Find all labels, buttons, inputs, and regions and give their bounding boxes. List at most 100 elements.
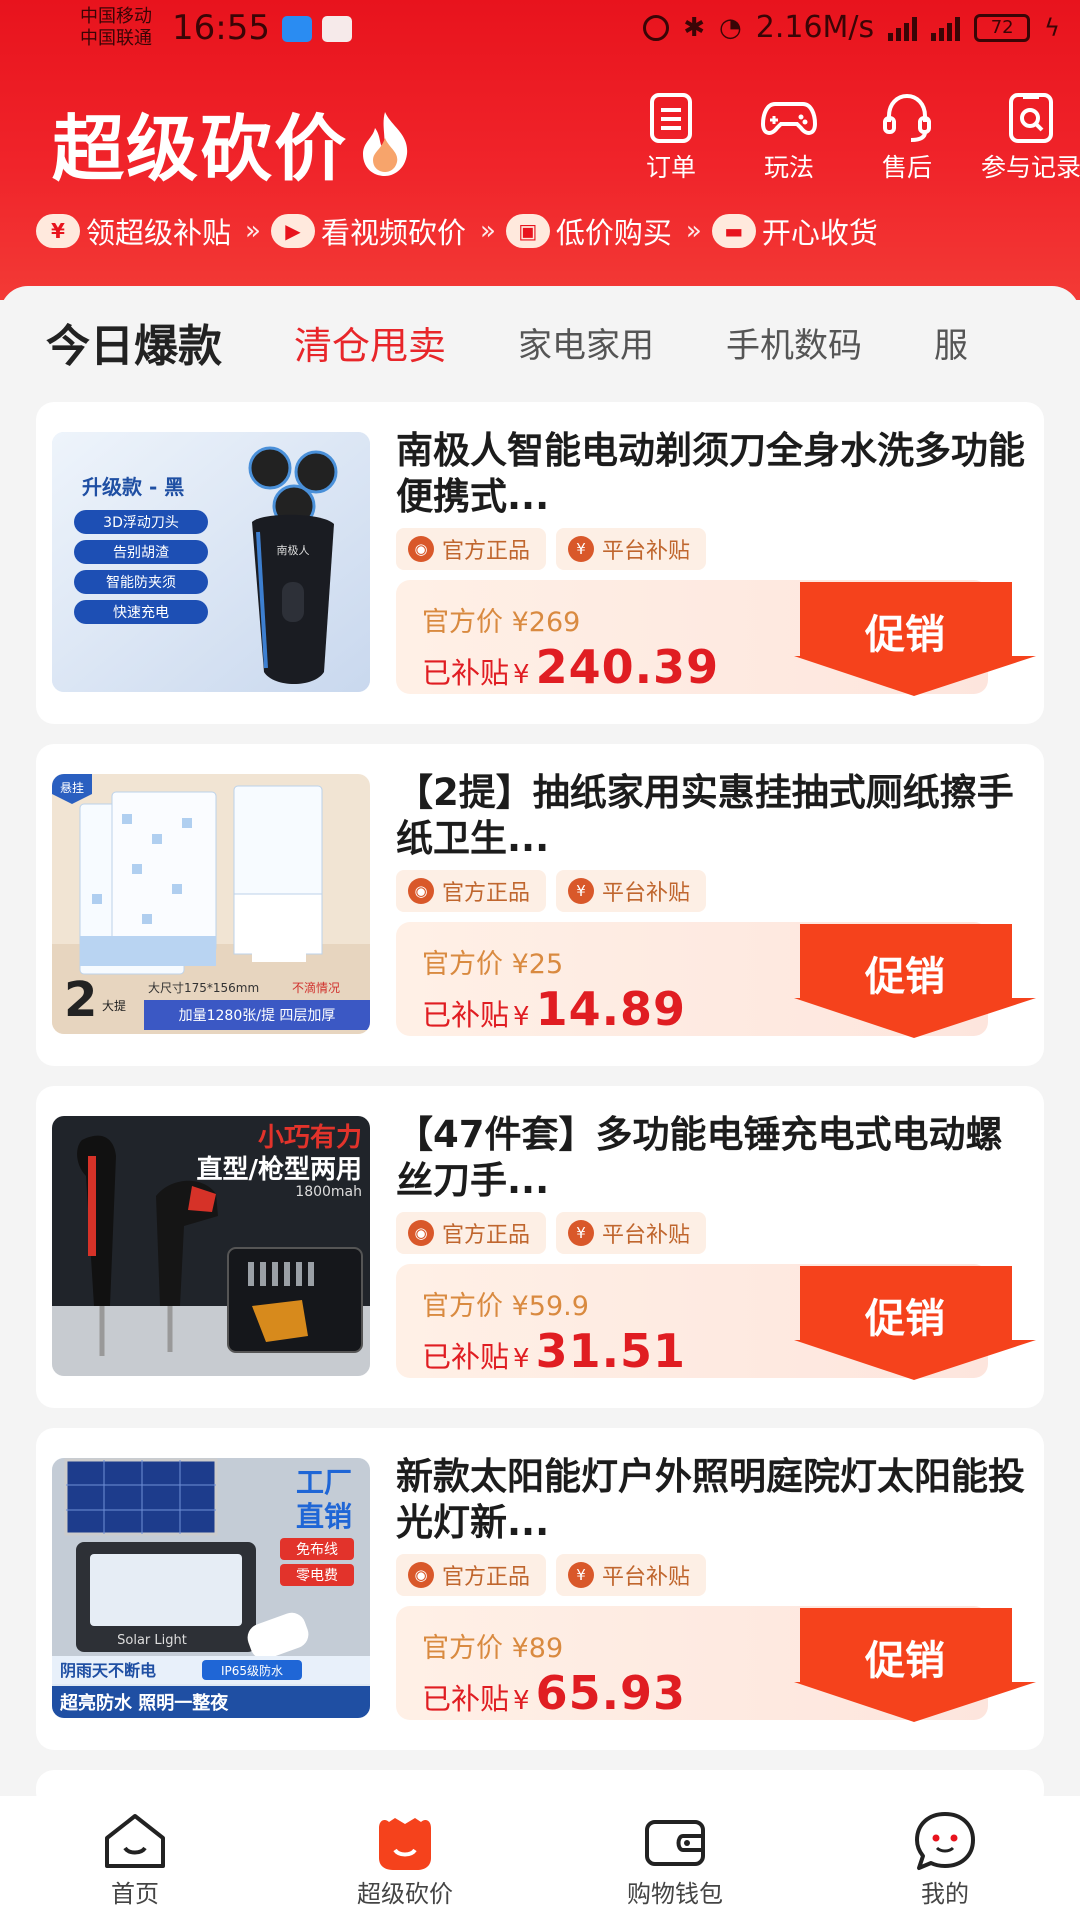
bargain-icon: [379, 1818, 431, 1870]
bottom-nav: 首页 超级砍价 购物钱包 我的: [0, 1796, 1080, 1920]
step-separator: »: [685, 216, 702, 246]
bluetooth-icon: ✱: [683, 12, 706, 43]
promo-label: 促销: [865, 1296, 945, 1342]
step-separator: »: [479, 216, 496, 246]
image-badge2: 零电费: [296, 1568, 338, 1584]
nav-label: 购物钱包: [627, 1880, 723, 1908]
product-tags: ◉ 官方正品 ¥ 平台补贴: [396, 870, 707, 912]
image-big-unit: 大提: [102, 998, 126, 1013]
promo-button[interactable]: 促销: [794, 576, 1038, 700]
yen-coin-icon: ¥: [36, 214, 80, 248]
promo-label: 促销: [865, 954, 945, 1000]
eye-badge-icon: ◉: [408, 878, 434, 904]
image-strip1b: IP65级防水: [221, 1663, 283, 1678]
subsidy-label: 已补贴: [422, 1682, 510, 1716]
official-tag: ◉ 官方正品: [396, 1554, 547, 1596]
participation-record-button[interactable]: 参与记录: [966, 92, 1080, 184]
tab-home-appliances[interactable]: 家电家用: [518, 318, 654, 367]
tab-today-hot[interactable]: 今日爆款: [46, 310, 222, 374]
eye-badge-icon: ◉: [408, 1562, 434, 1588]
signal-icon: [931, 15, 961, 41]
nav-home[interactable]: 首页: [0, 1796, 270, 1920]
product-image[interactable]: 悬挂 2 大提 大尺寸175*156mm 不滴情况 加量1280张/提 四层加厚: [52, 774, 370, 1034]
yen-badge-icon: ¥: [568, 878, 595, 904]
product-panel: 今日爆款 清仓甩卖 家电家用 手机数码 服 升级款 - 黑 3D浮动刀头 告别胡…: [0, 286, 1080, 1810]
nav-bargain[interactable]: 超级砍价: [270, 1796, 540, 1920]
wallet-icon: ▬: [711, 214, 756, 248]
nav-profile[interactable]: 我的: [810, 1796, 1080, 1920]
step-label: 领超级补贴: [86, 216, 232, 250]
nav-wallet[interactable]: 购物钱包: [540, 1796, 810, 1920]
page-title-text: 超级砍价: [52, 107, 349, 191]
participation-record-label: 参与记录: [980, 153, 1080, 182]
product-title[interactable]: 新款太阳能灯户外照明庭院灯太阳能投光灯新...: [396, 1454, 1036, 1546]
currency-symbol: ¥: [513, 1002, 530, 1032]
eye-badge-icon: ◉: [408, 1220, 434, 1246]
image-tag2: 直销: [296, 1500, 352, 1533]
wallet-icon: [645, 1820, 705, 1866]
after-sales-label: 售后: [881, 153, 932, 182]
screwdriver-image: 小巧有力 直型/枪型两用 1800mah: [52, 1116, 370, 1376]
promo-button[interactable]: 促销: [794, 1602, 1038, 1726]
feature-pill: 快速充电: [113, 605, 169, 621]
product-image[interactable]: 小巧有力 直型/枪型两用 1800mah: [52, 1116, 370, 1376]
currency-symbol: ¥: [513, 1686, 530, 1716]
image-tag1: 工厂: [296, 1466, 352, 1499]
tag-label: 平台补贴: [602, 1223, 691, 1248]
image-strip2: 超亮防水 照明一整夜: [60, 1692, 229, 1714]
product-card[interactable]: 工厂 直销 免布线 零电费 Solar Light 阴雨天不断电 IP65级防水…: [36, 1428, 1044, 1750]
after-sales-button[interactable]: 售后: [848, 92, 966, 184]
tab-phones-digital[interactable]: 手机数码: [726, 318, 862, 367]
tab-clothing[interactable]: 服: [934, 318, 968, 367]
image-heading: 升级款 - 黑: [82, 475, 184, 499]
profile-icon: [915, 1812, 975, 1870]
product-title[interactable]: 【2提】抽纸家用实惠挂抽式厕纸擦手纸卫生...: [396, 770, 1036, 862]
orders-button[interactable]: 订单: [612, 92, 730, 184]
feature-pill: 3D浮动刀头: [103, 515, 179, 531]
nav-label: 我的: [921, 1880, 969, 1908]
product-image[interactable]: 升级款 - 黑 3D浮动刀头 告别胡渣 智能防夹须 快速充电 南极人: [52, 432, 370, 692]
price-value: 14.89: [535, 982, 687, 1036]
image-badge: 悬挂: [60, 781, 84, 795]
image-badge1: 免布线: [296, 1542, 338, 1558]
official-price: 官方价 ¥59.9: [422, 1291, 589, 1322]
nav-label: 首页: [111, 1880, 159, 1908]
price-value: 31.51: [535, 1324, 687, 1378]
yen-badge-icon: ¥: [568, 1562, 595, 1588]
how-to-play-button[interactable]: 玩法: [730, 92, 848, 184]
product-title[interactable]: 南极人智能电动剃须刀全身水洗多功能便携式...: [396, 428, 1036, 520]
carrier-label: 中国移动 中国联通: [80, 6, 152, 50]
step-watch-video: ▶ 看视频砍价: [270, 210, 466, 252]
solar-lamp-image: 工厂 直销 免布线 零电费 Solar Light 阴雨天不断电 IP65级防水…: [52, 1458, 370, 1718]
tab-clearance[interactable]: 清仓甩卖: [294, 315, 446, 370]
net-speed: 2.16M/s: [755, 10, 875, 45]
image-big-number: 2: [64, 972, 97, 1028]
tag-label: 平台补贴: [602, 881, 691, 906]
video-icon: ▶: [270, 214, 315, 248]
nav-label: 超级砍价: [357, 1880, 453, 1908]
step-get-subsidy: ¥ 领超级补贴: [36, 210, 231, 252]
order-list-icon: [650, 93, 692, 143]
signal-icon: [888, 15, 918, 41]
product-card[interactable]: 悬挂 2 大提 大尺寸175*156mm 不滴情况 加量1280张/提 四层加厚…: [36, 744, 1044, 1066]
product-image[interactable]: 工厂 直销 免布线 零电费 Solar Light 阴雨天不断电 IP65级防水…: [52, 1458, 370, 1718]
gamepad-icon: [761, 102, 817, 135]
alarm-icon: [643, 14, 670, 41]
official-price: 官方价 ¥25: [422, 949, 564, 980]
image-brand: 南极人: [277, 543, 310, 557]
flame-icon: [363, 111, 408, 176]
product-card[interactable]: 升级款 - 黑 3D浮动刀头 告别胡渣 智能防夹须 快速充电 南极人 南极人智能…: [36, 402, 1044, 724]
notification-app-icon: [282, 16, 312, 42]
promo-label: 促销: [865, 1638, 945, 1684]
product-tags: ◉ 官方正品 ¥ 平台补贴: [396, 528, 707, 570]
tag-label: 官方正品: [442, 1223, 531, 1248]
product-title[interactable]: 【47件套】多功能电锤充电式电动螺丝刀手...: [396, 1112, 1036, 1204]
eye-badge-icon: ◉: [408, 536, 434, 562]
official-tag: ◉ 官方正品: [396, 528, 547, 570]
carrier-2: 中国联通: [80, 28, 152, 49]
promo-button[interactable]: 促销: [794, 1260, 1038, 1384]
promo-button[interactable]: 促销: [794, 918, 1038, 1042]
tag-label: 官方正品: [442, 1565, 531, 1590]
product-card[interactable]: 小巧有力 直型/枪型两用 1800mah 【47件套】多功能电锤充电式电动螺丝刀…: [36, 1086, 1044, 1408]
tag-label: 官方正品: [442, 539, 531, 564]
